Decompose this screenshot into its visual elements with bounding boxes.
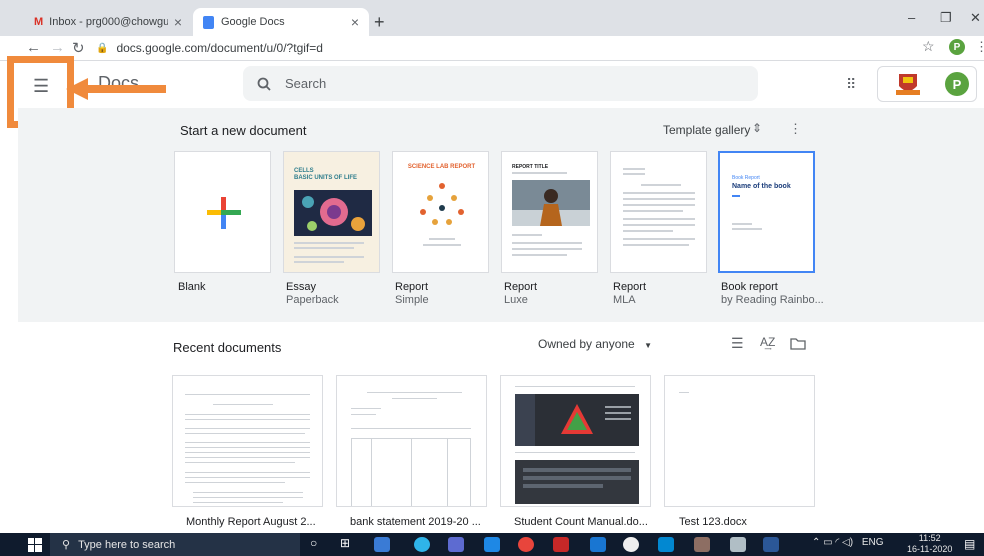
start-new-document-heading: Start a new document bbox=[180, 123, 307, 138]
docs-icon bbox=[203, 15, 214, 29]
search-icon: ⚲ bbox=[62, 539, 71, 551]
url-text: docs.google.com/document/u/0/?tgif=d bbox=[116, 41, 323, 55]
template-gallery-button[interactable]: Template gallery bbox=[663, 123, 750, 137]
template-subtitle: Simple bbox=[395, 294, 429, 306]
forward-arrow-icon[interactable]: → bbox=[50, 39, 65, 56]
template-name: Essay bbox=[286, 281, 316, 293]
book-thumb-label: Book Report bbox=[732, 175, 760, 181]
template-subtitle: Paperback bbox=[286, 294, 339, 306]
owner-filter-dropdown[interactable]: Owned by anyone ▼ bbox=[538, 337, 652, 351]
notification-icon[interactable]: ▤ bbox=[964, 537, 975, 551]
restore-button[interactable]: ❐ bbox=[940, 10, 952, 26]
template-name: Blank bbox=[178, 281, 206, 293]
app-icon[interactable] bbox=[623, 537, 639, 552]
template-name: Book report bbox=[721, 281, 778, 293]
search-box[interactable]: Search bbox=[243, 66, 758, 101]
tab-google-docs[interactable]: Google Docs × bbox=[193, 8, 369, 36]
hamburger-menu-icon[interactable]: ☰ bbox=[33, 76, 49, 97]
star-icon[interactable]: ☆ bbox=[922, 38, 935, 55]
search-icon bbox=[257, 77, 271, 91]
clock-date: 16-11-2020 bbox=[907, 544, 953, 554]
college-crest-logo bbox=[896, 74, 920, 95]
template-name: Report bbox=[395, 281, 429, 293]
tab-title: Google Docs bbox=[221, 16, 285, 28]
essay-thumb-title: CELLS BASIC UNITS OF LIFE bbox=[294, 168, 357, 181]
mail-icon[interactable] bbox=[484, 537, 500, 552]
avatar[interactable]: P bbox=[945, 72, 969, 96]
profile-avatar[interactable]: P bbox=[949, 39, 965, 55]
more-options-icon[interactable]: ⋮ bbox=[789, 121, 802, 137]
screenshot-thumbnail bbox=[515, 460, 639, 504]
reload-icon[interactable]: ↻ bbox=[72, 39, 85, 57]
template-card-report-simple[interactable]: SCIENCE LAB REPORT bbox=[392, 151, 489, 273]
close-icon[interactable]: × bbox=[174, 14, 182, 30]
recent-doc-name[interactable]: bank statement 2019-20 ... bbox=[350, 516, 481, 528]
recent-doc-name[interactable]: Student Count Manual.do... bbox=[514, 516, 648, 528]
template-card-book-report[interactable]: Book Report Name of the book bbox=[718, 151, 815, 273]
chrome-menu-icon[interactable]: ⋮ bbox=[975, 39, 984, 55]
template-card-report-luxe[interactable]: REPORT TITLE bbox=[501, 151, 598, 273]
tray-icons: ⌃ ▭ ◜ ◁) bbox=[812, 537, 854, 548]
template-card-essay[interactable]: CELLS BASIC UNITS OF LIFE bbox=[283, 151, 380, 273]
word-icon[interactable] bbox=[763, 537, 779, 552]
winter-photo-image bbox=[512, 180, 590, 226]
language-indicator[interactable]: ENG bbox=[862, 537, 884, 548]
gmail-icon: M bbox=[34, 16, 44, 28]
template-subtitle: by Reading Rainbo... bbox=[721, 294, 824, 306]
recent-documents-heading: Recent documents bbox=[173, 340, 282, 355]
dropdown-arrow-icon: ▼ bbox=[644, 341, 652, 350]
template-name: Report bbox=[504, 281, 538, 293]
task-view-icon[interactable]: ⊞ bbox=[340, 536, 350, 550]
template-card-blank[interactable] bbox=[174, 151, 271, 273]
app-icon[interactable] bbox=[553, 537, 569, 552]
close-icon[interactable]: × bbox=[351, 14, 359, 30]
app-icon[interactable] bbox=[590, 537, 606, 552]
clock-time: 11:52 bbox=[918, 533, 941, 543]
luxe-thumb-title: REPORT TITLE bbox=[512, 164, 549, 170]
url-bar[interactable]: 🔒 docs.google.com/document/u/0/?tgif=d bbox=[96, 38, 936, 58]
folder-icon[interactable] bbox=[790, 337, 806, 350]
plus-icon bbox=[207, 197, 241, 229]
taskbar-search-placeholder: Type here to search bbox=[78, 538, 176, 551]
book-thumb-name: Name of the book bbox=[732, 183, 791, 190]
cortana-icon[interactable]: ○ bbox=[310, 536, 317, 550]
recent-doc-name[interactable]: Test 123.docx bbox=[679, 516, 747, 528]
app-icon[interactable] bbox=[694, 537, 710, 552]
template-card-report-mla[interactable] bbox=[610, 151, 707, 273]
tab-gmail-inbox[interactable]: M Inbox - prg000@chowgules.ac.in × bbox=[24, 8, 192, 36]
windows-start-icon[interactable] bbox=[28, 538, 42, 552]
screenshot-thumbnail bbox=[515, 394, 639, 446]
back-arrow-icon[interactable]: ← bbox=[26, 39, 41, 56]
system-tray[interactable]: ⌃ ▭ ◜ ◁) ENG bbox=[812, 537, 884, 548]
tab-title: Inbox - prg000@chowgules.ac.in bbox=[49, 16, 168, 28]
file-explorer-icon[interactable] bbox=[374, 537, 390, 552]
close-window-button[interactable]: ✕ bbox=[970, 10, 981, 26]
search-placeholder: Search bbox=[285, 76, 327, 91]
template-subtitle: Luxe bbox=[504, 294, 528, 306]
app-icon[interactable] bbox=[730, 537, 746, 552]
template-subtitle: MLA bbox=[613, 294, 636, 306]
pointer-arrow-annotation bbox=[66, 78, 166, 100]
edge-icon[interactable] bbox=[414, 537, 430, 552]
recent-doc-name[interactable]: Monthly Report August 2... bbox=[186, 516, 316, 528]
list-view-icon[interactable]: ☰ bbox=[731, 335, 744, 352]
sort-az-icon[interactable]: A͢Z bbox=[760, 335, 775, 349]
store-icon[interactable] bbox=[448, 537, 464, 552]
cells-illustration bbox=[294, 190, 372, 236]
minimize-button[interactable]: – bbox=[908, 10, 915, 25]
lock-icon: 🔒 bbox=[96, 42, 109, 54]
google-apps-icon[interactable]: ⠿ bbox=[846, 76, 856, 93]
taskbar-clock[interactable]: 11:52 16-11-2020 bbox=[907, 533, 952, 555]
owner-filter-label: Owned by anyone bbox=[538, 337, 635, 351]
molecule-illustration bbox=[420, 183, 464, 225]
new-tab-button[interactable]: + bbox=[374, 12, 385, 33]
simple-thumb-title: SCIENCE LAB REPORT bbox=[407, 164, 476, 170]
unfold-icon[interactable]: ⇕ bbox=[752, 121, 762, 135]
taskbar-search-box[interactable]: ⚲ Type here to search bbox=[50, 533, 300, 556]
template-name: Report bbox=[613, 281, 647, 293]
chrome-icon[interactable] bbox=[518, 537, 534, 552]
app-icon[interactable] bbox=[658, 537, 674, 552]
